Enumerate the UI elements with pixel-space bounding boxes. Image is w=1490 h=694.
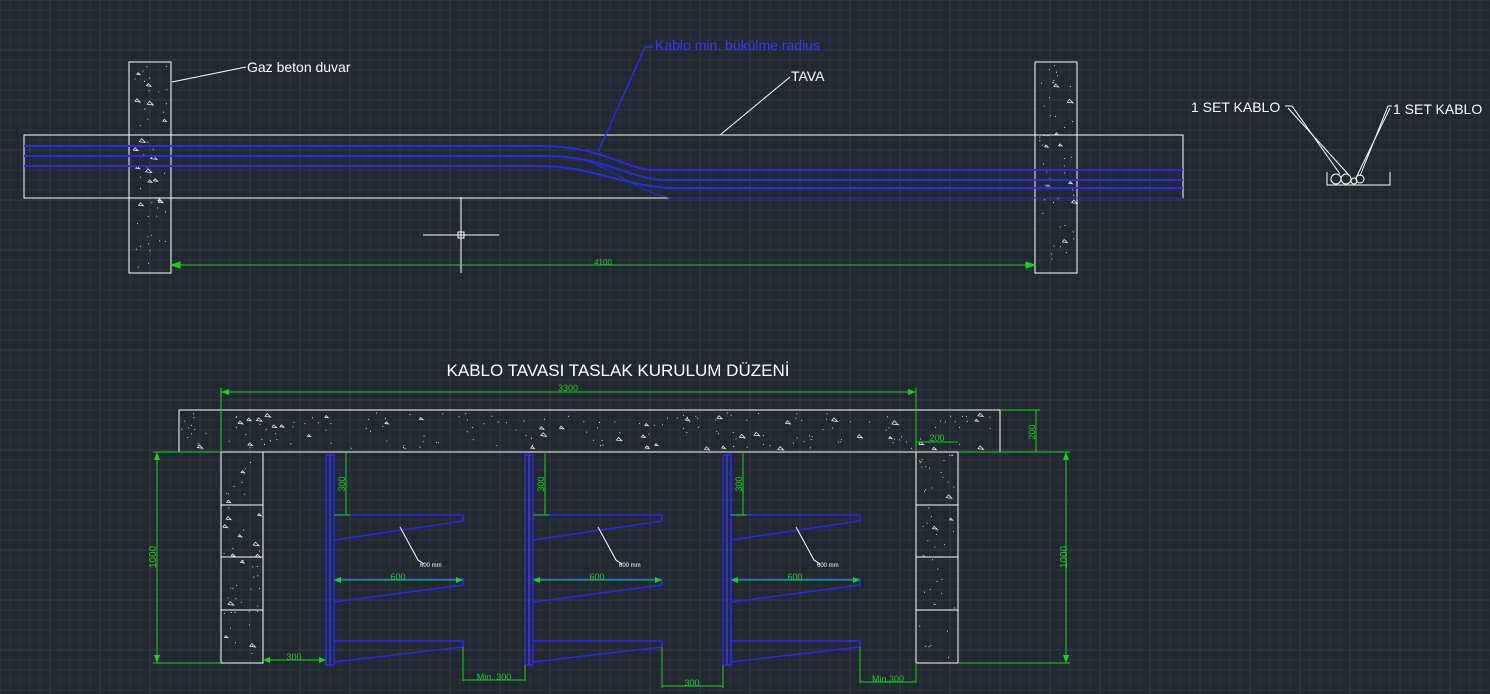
dim-bracket-gap-2: 300 bbox=[536, 476, 546, 491]
dim-floor-gap-2: 300 bbox=[684, 678, 699, 688]
dim-tray-width-2: 600 bbox=[589, 572, 604, 582]
dim-floor-gap-3: Min.300 bbox=[872, 674, 904, 684]
dim-bracket-gap-1: 300 bbox=[337, 476, 347, 491]
bend-radius-label: Kablo min. bükülme radius bbox=[655, 37, 820, 53]
tray-callout-1: 600 mm bbox=[420, 563, 442, 569]
dim-slab-thickness: 200 bbox=[1027, 424, 1037, 439]
dim-wall-width: 200 bbox=[929, 433, 944, 443]
cad-drawing-canvas[interactable]: Gaz beton duvar Kablo min. bükülme radiu… bbox=[0, 0, 1490, 694]
tray-callout-2: 600 mm bbox=[619, 563, 641, 569]
dim-tray-width-3: 600 bbox=[787, 572, 802, 582]
install-title: KABLO TAVASI TASLAK KURULUM DÜZENİ bbox=[447, 361, 790, 380]
span-dimension-text: 4100 bbox=[594, 258, 612, 267]
dim-left-height: 1000 bbox=[148, 545, 159, 568]
dim-right-height: 1000 bbox=[1059, 545, 1070, 568]
wall-label: Gaz beton duvar bbox=[247, 59, 351, 75]
tray-label: TAVA bbox=[791, 68, 825, 84]
dim-left-wall-gap: 300 bbox=[286, 652, 301, 662]
dim-top-width: 3300 bbox=[558, 383, 578, 393]
dim-floor-gap-1: Min. 300 bbox=[477, 672, 512, 682]
cross-section-right-label: 1 SET KABLO bbox=[1393, 101, 1482, 117]
tray-callout-3: 600 mm bbox=[817, 563, 839, 569]
cross-section-left-label: 1 SET KABLO bbox=[1191, 99, 1280, 115]
dim-bracket-gap-3: 300 bbox=[734, 476, 744, 491]
dim-tray-width-1: 600 bbox=[390, 572, 405, 582]
